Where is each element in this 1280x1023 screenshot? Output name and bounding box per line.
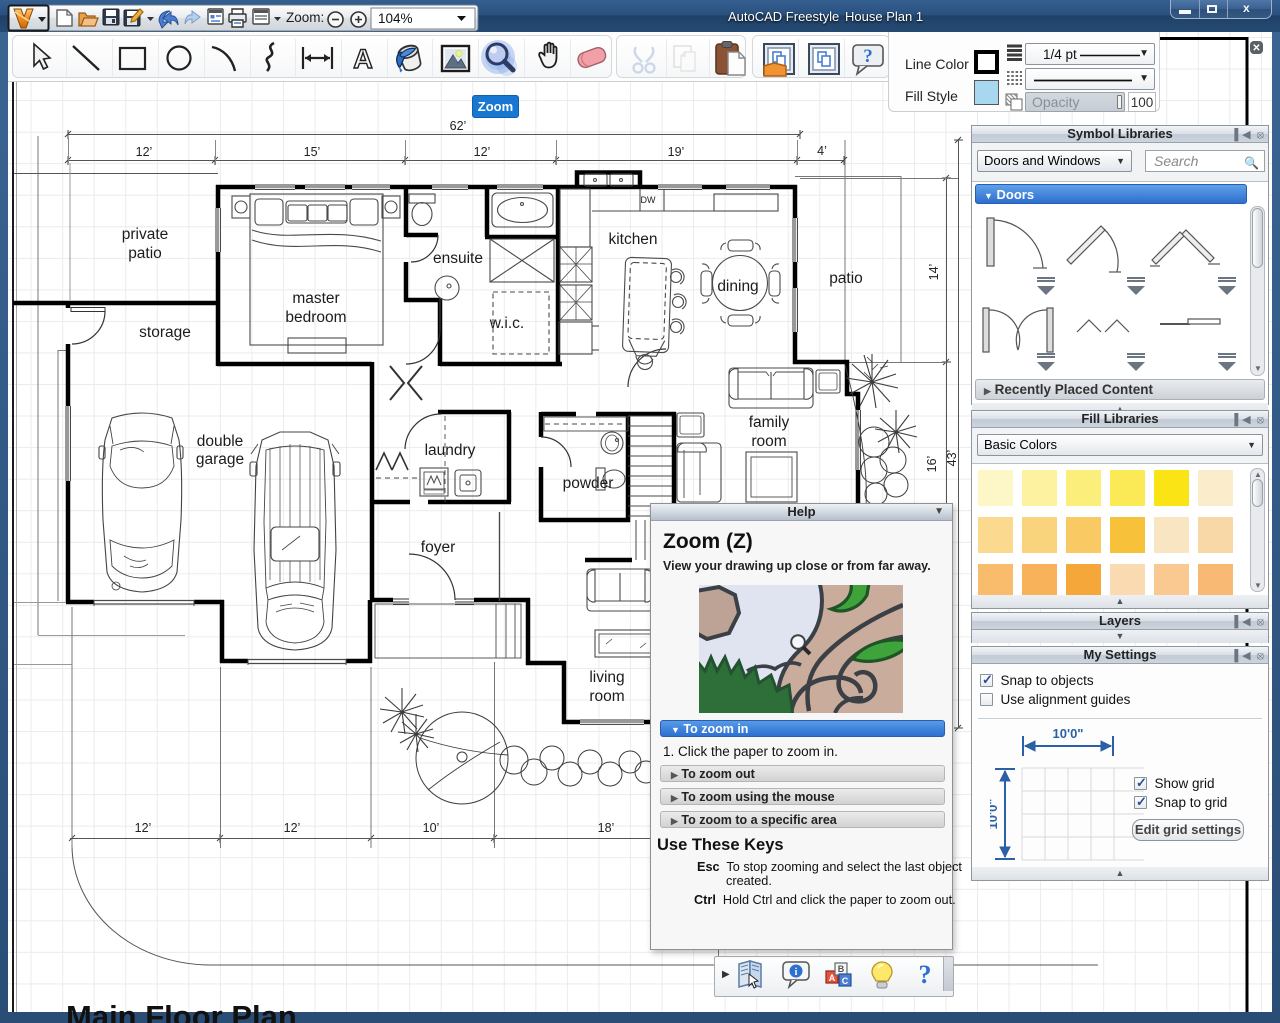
svg-text:storage: storage	[139, 324, 191, 341]
svg-text:living: living	[589, 669, 624, 686]
svg-text:patio: patio	[829, 270, 863, 287]
svg-text:12’: 12’	[474, 145, 491, 159]
svg-text:w.i.c.: w.i.c.	[489, 315, 524, 332]
svg-text:43’: 43’	[945, 450, 959, 467]
svg-text:family: family	[749, 414, 790, 431]
svg-text:12’: 12’	[284, 821, 301, 835]
svg-text:bedroom: bedroom	[285, 309, 346, 326]
svg-text:laundry: laundry	[425, 442, 476, 459]
svg-text:private: private	[122, 226, 169, 243]
svg-text:double: double	[197, 433, 244, 450]
svg-text:104%: 104%	[378, 11, 413, 26]
svg-text:Zoom:: Zoom:	[286, 10, 324, 25]
svg-text:18’: 18’	[598, 821, 615, 835]
svg-text:4’: 4’	[817, 144, 827, 158]
svg-text:12’: 12’	[135, 821, 152, 835]
svg-text:A: A	[353, 44, 373, 74]
svg-text:C: C	[842, 976, 849, 986]
svg-text:✕: ✕	[1252, 43, 1260, 54]
svg-text:62’: 62’	[450, 119, 467, 133]
svg-text:room: room	[589, 688, 624, 705]
svg-text:10’: 10’	[423, 821, 440, 835]
svg-text:Main Floor Plan: Main Floor Plan	[66, 999, 297, 1023]
svg-text:15’: 15’	[304, 145, 321, 159]
svg-text:19’: 19’	[668, 145, 685, 159]
svg-text:dining: dining	[717, 278, 758, 295]
svg-text:14’: 14’	[927, 264, 941, 281]
svg-text:kitchen: kitchen	[608, 231, 657, 248]
svg-text:12’: 12’	[136, 145, 153, 159]
svg-text:10'0": 10'0"	[990, 799, 1000, 830]
svg-text:10'0": 10'0"	[1053, 726, 1084, 741]
svg-text:B: B	[838, 964, 845, 974]
svg-text:?: ?	[919, 960, 932, 989]
svg-text:?: ?	[863, 46, 873, 67]
svg-text:ensuite: ensuite	[433, 250, 483, 267]
svg-text:master: master	[292, 290, 339, 307]
svg-text:powder: powder	[563, 475, 614, 492]
svg-text:foyer: foyer	[421, 539, 455, 556]
svg-text:garage: garage	[196, 451, 244, 468]
svg-text:A: A	[829, 973, 836, 983]
svg-text:i: i	[795, 967, 798, 978]
svg-text:patio: patio	[128, 245, 162, 262]
svg-text:16’: 16’	[925, 456, 939, 473]
svg-text:DW: DW	[641, 195, 656, 205]
svg-text:room: room	[751, 433, 786, 450]
